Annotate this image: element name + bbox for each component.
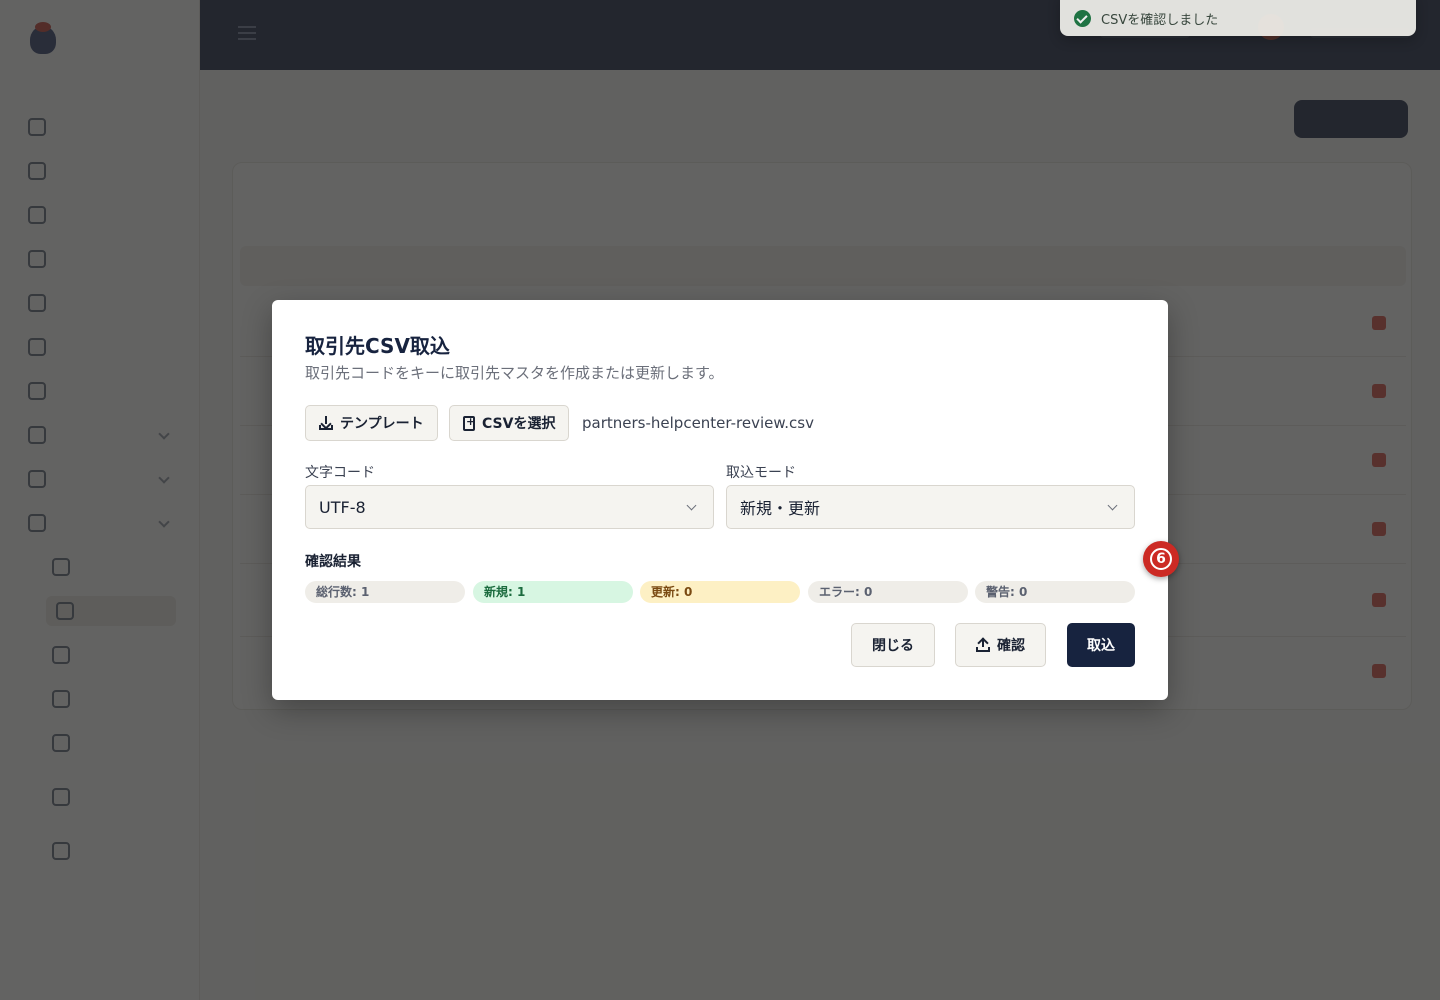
close-button[interactable]: 閉じる (851, 623, 935, 667)
new-count-badge: 新規: 1 (473, 581, 633, 603)
import-button-label: 取込 (1087, 638, 1115, 654)
import-mode-label: 取込モード (726, 465, 796, 481)
validation-result-label: 確認結果 (305, 554, 361, 570)
update-count-badge: 更新: 0 (640, 581, 800, 603)
chevron-down-icon (1107, 500, 1118, 511)
dialog-description: 取引先コードをキーに取引先マスタを作成または更新します。 (305, 364, 724, 382)
import-mode-select[interactable]: 新規・更新 (726, 485, 1135, 529)
encoding-select[interactable]: UTF-8 (305, 485, 714, 529)
error-count-badge: エラー: 0 (808, 581, 968, 603)
check-circle-icon (1074, 9, 1091, 27)
csv-import-dialog: 取引先CSV取込 取引先コードをキーに取引先マスタを作成または更新します。 テン… (272, 300, 1168, 700)
select-csv-label: CSVを選択 (482, 416, 556, 432)
total-rows-badge: 総行数: 1 (305, 581, 465, 603)
encoding-value: UTF-8 (319, 497, 366, 517)
close-button-label: 閉じる (872, 638, 914, 654)
file-plus-icon (463, 415, 475, 431)
dialog-title: 取引先CSV取込 (305, 334, 450, 358)
validate-button[interactable]: 確認 (955, 623, 1046, 667)
import-button[interactable]: 取込 (1067, 623, 1135, 667)
selected-file-name: partners-helpcenter-review.csv (582, 414, 814, 432)
chevron-down-icon (686, 500, 697, 511)
step-marker-badge: 6 (1143, 541, 1179, 577)
upload-icon (976, 638, 990, 652)
validate-button-label: 確認 (997, 638, 1025, 654)
toast-notification: CSVを確認しました (1060, 0, 1416, 36)
download-icon (319, 416, 333, 430)
import-mode-value: 新規・更新 (740, 499, 821, 518)
template-button-label: テンプレート (340, 416, 424, 432)
step-number: 6 (1150, 548, 1172, 570)
select-csv-button[interactable]: CSVを選択 (449, 405, 570, 441)
encoding-label: 文字コード (305, 465, 375, 481)
template-download-button[interactable]: テンプレート (305, 405, 438, 441)
toast-message: CSVを確認しました (1101, 12, 1219, 28)
warning-count-badge: 警告: 0 (975, 581, 1135, 603)
